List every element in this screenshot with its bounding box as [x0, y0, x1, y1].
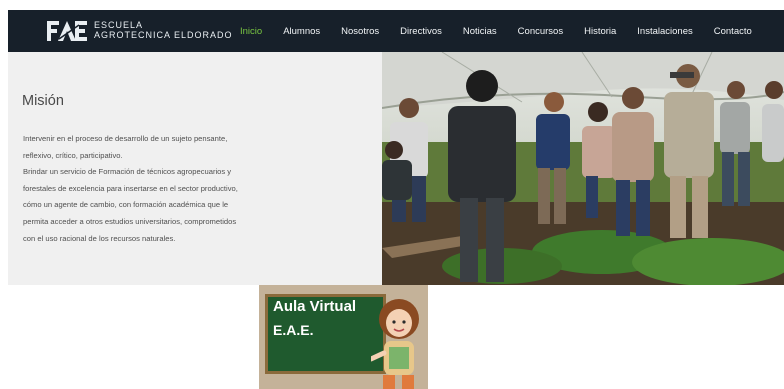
page-top-strip: [0, 0, 784, 10]
mission-text: Intervenir en el proceso de desarrollo d…: [23, 131, 283, 247]
mission-line: reflexivo, crítico, participativo.: [23, 150, 123, 160]
brand-line-2: AGROTECNICA ELDORADO: [94, 30, 233, 40]
mission-line: Intervenir en el proceso de desarrollo d…: [23, 134, 228, 143]
aula-virtual-banner[interactable]: Aula Virtual E.A.E.: [259, 285, 428, 389]
mission-panel: Misión Intervenir en el proceso de desar…: [8, 52, 382, 285]
brand-name[interactable]: ESCUELA AGROTECNICA ELDORADO: [94, 20, 233, 40]
nav-item-contacto[interactable]: Contacto: [714, 26, 752, 37]
brand-line-1: ESCUELA: [94, 20, 144, 30]
mission-line: forestales de excelencia para insertarse…: [23, 183, 238, 193]
nav-item-historia[interactable]: Historia: [584, 26, 616, 37]
nav-item-inicio[interactable]: Inicio: [240, 26, 262, 37]
nav-item-instalaciones[interactable]: Instalaciones: [637, 26, 692, 37]
school-logo[interactable]: [45, 19, 89, 43]
nav-item-alumnos[interactable]: Alumnos: [283, 26, 320, 37]
nav-item-concursos[interactable]: Concursos: [518, 26, 563, 37]
nav-menu: Inicio Alumnos Nosotros Directivos Notic…: [240, 10, 773, 52]
mission-title: Misión: [22, 93, 64, 109]
main-navbar: ESCUELA AGROTECNICA ELDORADO Inicio Alum…: [8, 10, 784, 52]
nav-item-noticias[interactable]: Noticias: [463, 26, 497, 37]
mission-line: cómo un agente de cambio, con formación …: [23, 200, 229, 210]
mission-line: Brindar un servicio de Formación de técn…: [23, 167, 232, 177]
mission-line: con el uso racional de los recursos natu…: [23, 233, 176, 243]
students-greenhouse-photo: [382, 52, 784, 285]
photo-illustration: [382, 52, 784, 285]
aula-virtual-subtitle: E.A.E.: [273, 322, 314, 338]
nav-item-nosotros[interactable]: Nosotros: [341, 26, 379, 37]
nav-item-directivos[interactable]: Directivos: [400, 26, 442, 37]
mission-line: permita acceder a otros estudios univers…: [23, 216, 237, 226]
aula-virtual-title: Aula Virtual: [273, 298, 357, 315]
teacher-illustration: [371, 299, 419, 389]
